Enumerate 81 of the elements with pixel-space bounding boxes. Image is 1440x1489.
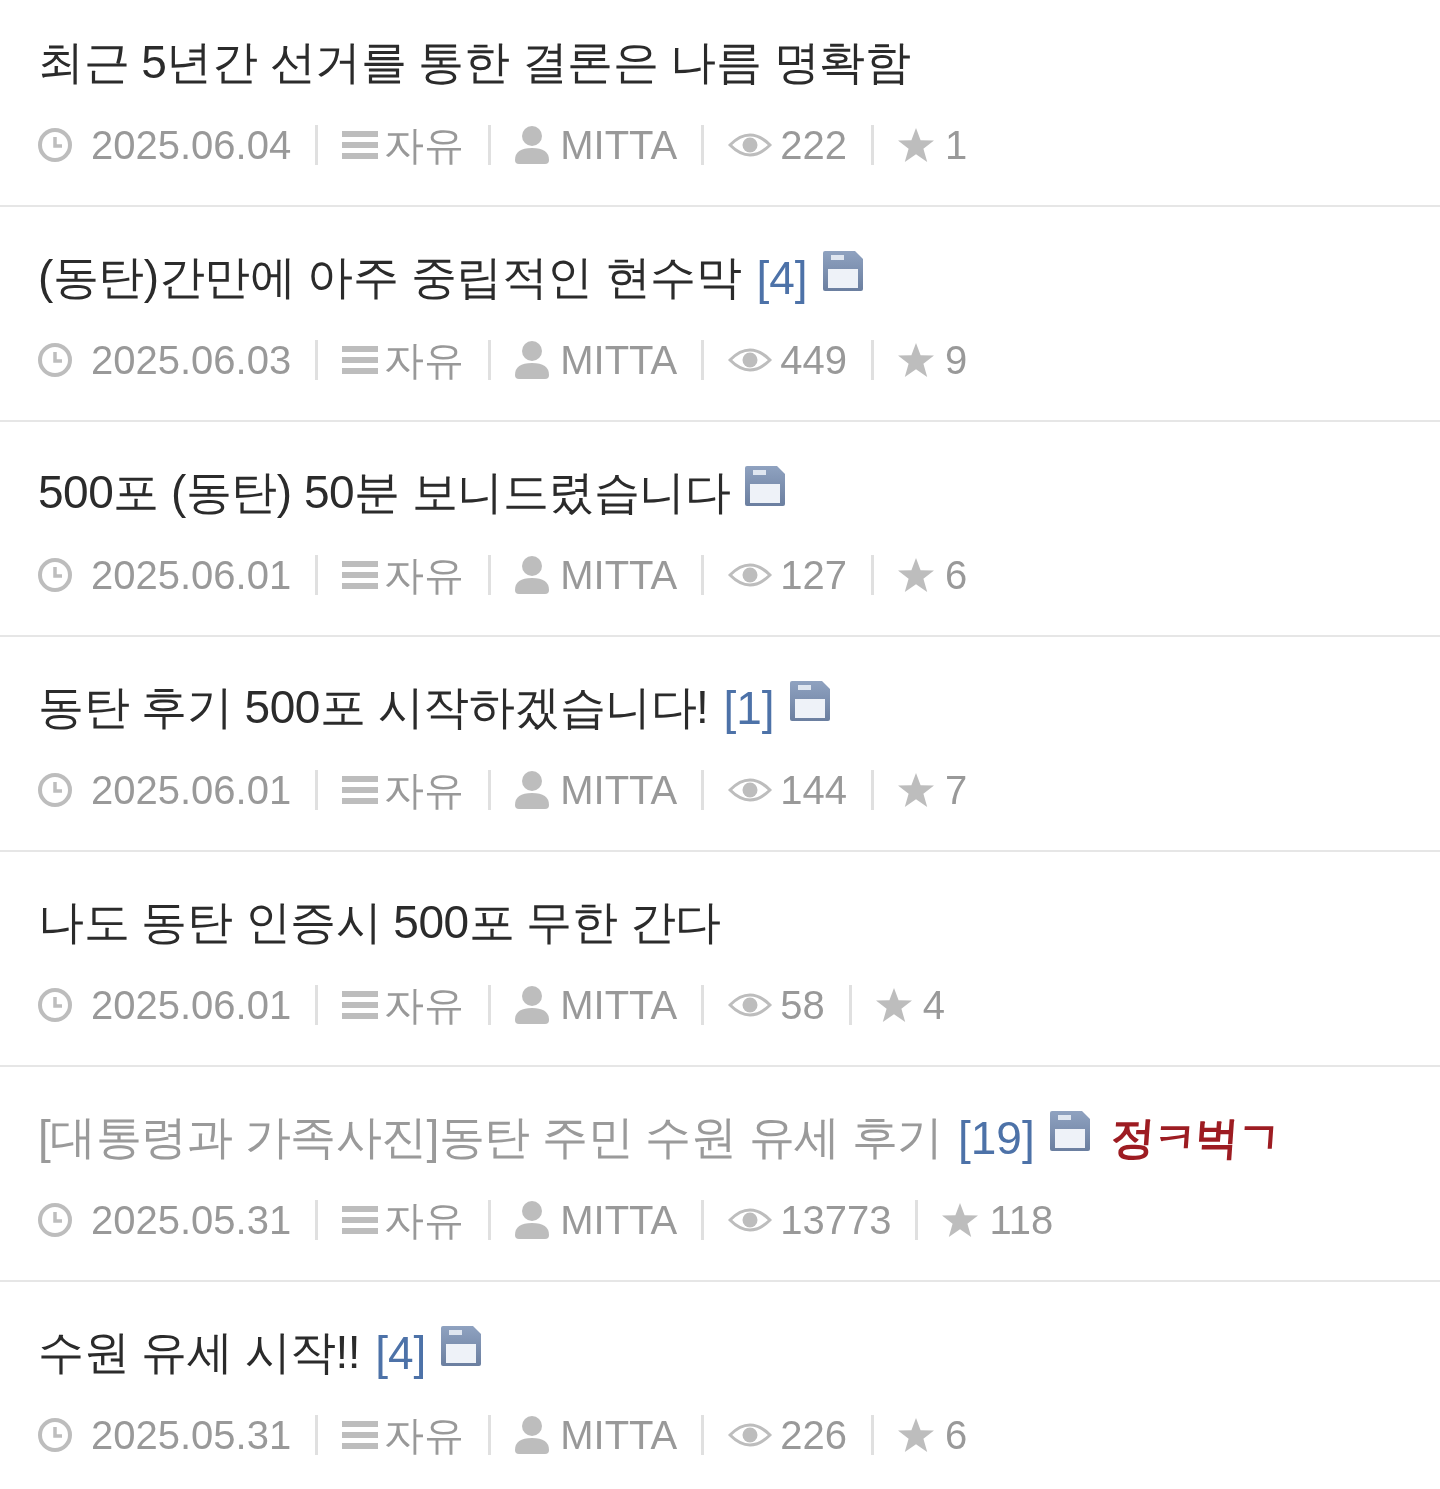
user-icon — [515, 556, 550, 594]
post-category: 자유 — [384, 981, 465, 1029]
list-icon — [342, 561, 379, 589]
eye-icon — [728, 1421, 773, 1449]
post-category: 자유 — [384, 551, 465, 599]
post-category: 자유 — [384, 766, 465, 814]
star-icon — [897, 128, 934, 162]
user-icon — [515, 1416, 550, 1454]
post-date: 2025.06.04 — [91, 122, 292, 168]
recommend-count: 118 — [989, 1197, 1054, 1243]
clock-icon — [38, 1203, 72, 1237]
star-icon — [897, 558, 934, 592]
post-author: MITTA — [560, 122, 678, 168]
post-category: 자유 — [384, 1196, 465, 1244]
star-icon — [942, 1203, 979, 1237]
post-title-link[interactable]: 나도 동탄 인증시 500포 무한 간다 — [38, 892, 721, 954]
view-count: 127 — [780, 552, 847, 598]
list-icon — [342, 1206, 379, 1234]
user-icon — [515, 986, 550, 1024]
post-date: 2025.05.31 — [91, 1412, 292, 1458]
post-author: MITTA — [560, 337, 678, 383]
view-count: 13773 — [780, 1197, 892, 1243]
post-title-link[interactable]: 동탄 후기 500포 시작하겠습니다! — [38, 677, 709, 739]
post-category: 자유 — [384, 121, 465, 169]
comment-count: [4] — [375, 1326, 427, 1380]
post-category: 자유 — [384, 1411, 465, 1459]
post-title-link[interactable]: 최근 5년간 선거를 통한 결론은 나름 명확함 — [38, 32, 911, 94]
post-author: MITTA — [560, 1412, 678, 1458]
recommend-count: 7 — [944, 767, 968, 813]
recommend-count: 4 — [922, 982, 945, 1028]
view-count: 58 — [780, 982, 825, 1028]
comment-count: [4] — [756, 251, 808, 305]
user-icon — [515, 126, 550, 164]
post-author: MITTA — [560, 982, 678, 1028]
post-author: MITTA — [560, 552, 678, 598]
star-icon — [897, 773, 934, 807]
recommend-count: 6 — [944, 1412, 968, 1458]
star-icon — [897, 343, 934, 377]
eye-icon — [728, 131, 773, 159]
post-date: 2025.06.01 — [91, 552, 292, 598]
list-icon — [342, 776, 379, 804]
list-icon — [342, 991, 379, 1019]
user-icon — [515, 341, 550, 379]
list-icon — [342, 1421, 379, 1449]
eye-icon — [728, 561, 773, 589]
clock-icon — [38, 773, 72, 807]
post-date: 2025.06.03 — [91, 337, 292, 383]
user-icon — [515, 771, 550, 809]
post-title-link[interactable]: 500포 (동탄) 50분 보니드렸습니다 — [38, 462, 731, 524]
post-title-link[interactable]: (동탄)간만에 아주 중립적인 현수막 — [38, 247, 742, 309]
clock-icon — [38, 128, 72, 162]
eye-icon — [728, 1206, 773, 1234]
post-category: 자유 — [384, 336, 465, 384]
clock-icon — [38, 343, 72, 377]
post-author: MITTA — [560, 767, 678, 813]
recommend-count: 9 — [944, 337, 968, 383]
view-count: 222 — [780, 122, 847, 168]
clock-icon — [38, 558, 72, 592]
eye-icon — [728, 776, 773, 804]
view-count: 226 — [780, 1412, 847, 1458]
badge-text: 정ㅋ벅ㄱ — [1108, 1111, 1281, 1164]
star-icon — [875, 988, 912, 1022]
clock-icon — [38, 1418, 72, 1452]
post-author: MITTA — [560, 1197, 678, 1243]
post-date: 2025.06.01 — [91, 767, 292, 813]
recommend-count: 6 — [944, 552, 968, 598]
list-icon — [342, 131, 379, 159]
eye-icon — [728, 346, 773, 374]
comment-count: [19] — [957, 1111, 1035, 1165]
post-title-link[interactable]: 수원 유세 시작!! — [38, 1322, 361, 1384]
post-date: 2025.05.31 — [91, 1197, 292, 1243]
view-count: 449 — [780, 337, 847, 383]
clock-icon — [38, 988, 72, 1022]
view-count: 144 — [780, 767, 847, 813]
user-icon — [515, 1201, 550, 1239]
recommend-count: 1 — [944, 122, 968, 168]
list-icon — [342, 346, 379, 374]
comment-count: [1] — [723, 681, 775, 735]
eye-icon — [728, 991, 773, 1019]
post-date: 2025.06.01 — [91, 982, 292, 1028]
star-icon — [897, 1418, 934, 1452]
